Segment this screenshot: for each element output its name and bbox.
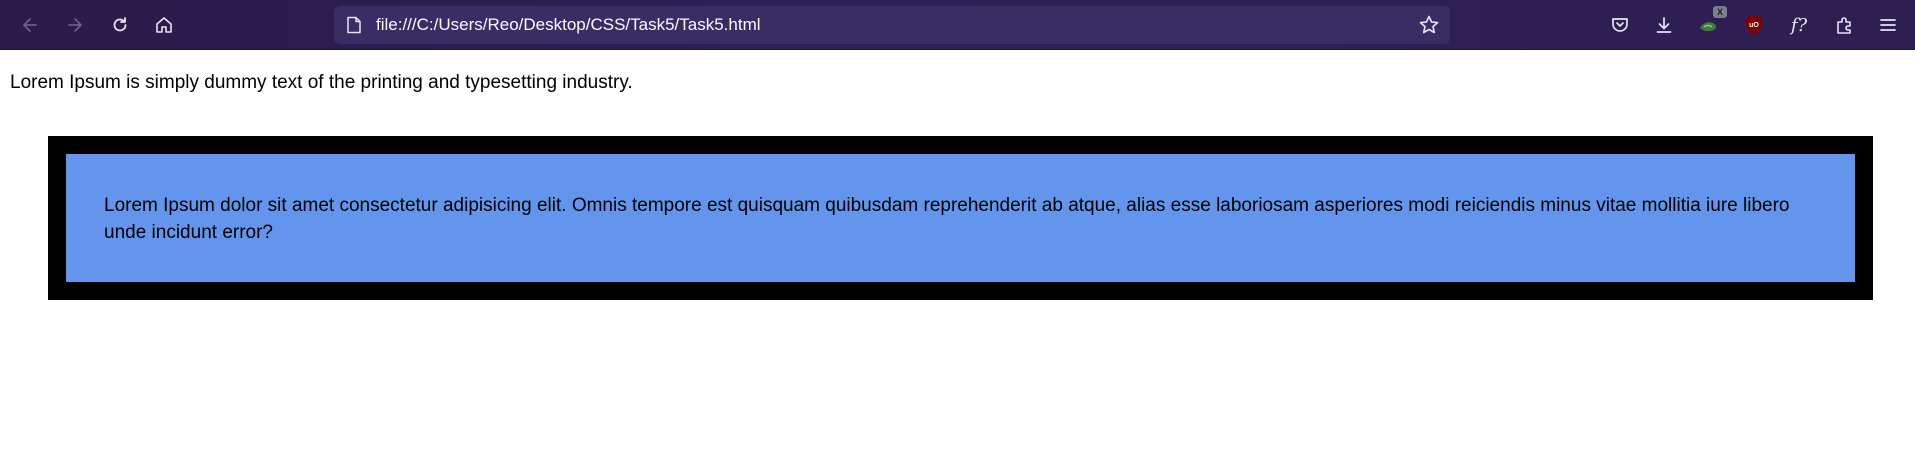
download-button[interactable] (1648, 9, 1680, 41)
menu-icon (1880, 19, 1896, 31)
page-icon (344, 15, 364, 35)
bookmark-star-icon[interactable] (1416, 12, 1442, 38)
menu-button[interactable] (1872, 9, 1904, 41)
ublock-icon: uO (1746, 15, 1762, 35)
ublock-button[interactable]: uO (1738, 9, 1770, 41)
home-button[interactable] (148, 9, 180, 41)
extension-icon (1700, 22, 1717, 32)
download-icon (1656, 17, 1672, 33)
reload-icon (113, 17, 127, 32)
intro-paragraph: Lorem Ipsum is simply dummy text of the … (10, 72, 633, 93)
extensions-button[interactable] (1828, 9, 1860, 41)
pocket-button[interactable] (1604, 9, 1636, 41)
page-content: Lorem Ipsum is simply dummy text of the … (0, 50, 1915, 458)
function-icon: f? (1790, 14, 1808, 36)
browser-toolbar: file:///C:/Users/Reo/Desktop/CSS/Task5/T… (0, 0, 1915, 50)
reload-button[interactable] (104, 9, 136, 41)
address-bar[interactable]: file:///C:/Users/Reo/Desktop/CSS/Task5/T… (334, 6, 1450, 44)
url-text[interactable]: file:///C:/Users/Reo/Desktop/CSS/Task5/T… (376, 6, 761, 44)
home-icon (156, 17, 172, 33)
extension-badge: X (1713, 6, 1727, 18)
ublock-label: uO (1749, 22, 1759, 29)
extension-button[interactable]: X (1693, 6, 1727, 41)
inner-blue-box: Lorem Ipsum dolor sit amet consectetur a… (66, 154, 1855, 282)
extensions-puzzle-icon (1837, 17, 1851, 34)
function-button[interactable]: f? (1783, 9, 1815, 41)
outer-border-box: Lorem Ipsum dolor sit amet consectetur a… (48, 136, 1873, 300)
forward-button[interactable] (59, 9, 91, 41)
back-button[interactable] (14, 9, 46, 41)
back-icon (23, 18, 37, 32)
forward-icon (68, 18, 82, 32)
box-paragraph: Lorem Ipsum dolor sit amet consectetur a… (104, 195, 1790, 243)
pocket-icon (1612, 18, 1628, 32)
